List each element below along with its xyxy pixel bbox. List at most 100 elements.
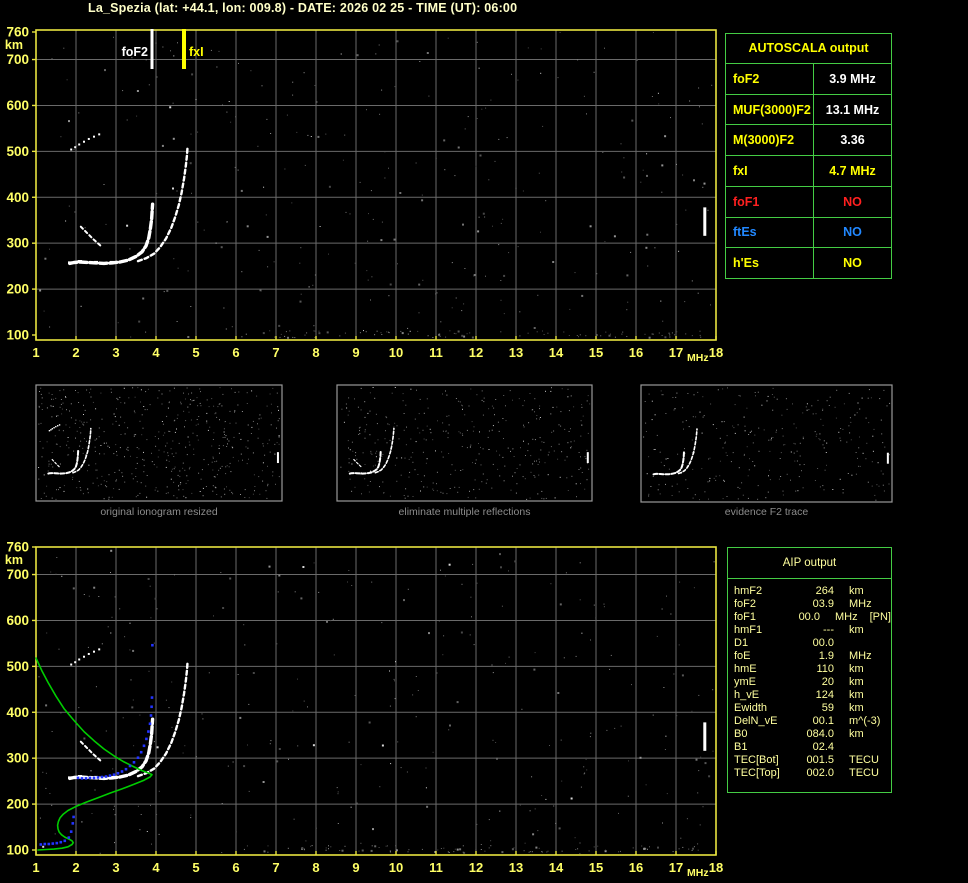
noise-dot	[360, 409, 362, 411]
noise-dot	[126, 119, 128, 121]
noise-dot	[118, 488, 120, 490]
thumbnail-ionogram-1	[35, 384, 283, 502]
noise-dot	[826, 464, 827, 466]
noise-dot	[256, 395, 258, 397]
noise-dot	[709, 480, 711, 482]
aip-row-foe: foE 1.9 MHz	[734, 650, 891, 663]
noise-dot	[183, 495, 185, 497]
noise-dot	[415, 441, 417, 443]
noise-dot	[229, 410, 231, 412]
aip-table-body: hmF2 264 km foF2 03.9 MHz foF1 00.0 MHz [PN] hmF1-…	[728, 579, 891, 780]
noise-dot	[743, 453, 745, 455]
noise-dot	[400, 330, 402, 332]
noise-dot	[695, 758, 698, 761]
noise-dot	[277, 406, 279, 408]
noise-dot	[252, 420, 254, 422]
noise-dot	[82, 493, 84, 495]
noise-dot	[645, 431, 647, 432]
noise-dot	[207, 464, 209, 466]
noise-dot	[157, 490, 159, 492]
noise-dot	[207, 429, 209, 431]
aip-table-title: AIP output	[728, 548, 891, 579]
noise-dot	[352, 450, 354, 452]
y-tick-label: 500	[6, 659, 29, 674]
noise-dot	[503, 274, 506, 277]
noise-dot	[318, 591, 320, 593]
noise-dot	[495, 742, 497, 743]
thumb-interference-dash	[586, 452, 589, 464]
noise-dot	[470, 388, 472, 390]
noise-dot	[421, 848, 423, 850]
trace-dot	[149, 714, 153, 717]
aip-row-tec-bot-: TEC[Bot] 001.5 TECU	[734, 754, 891, 767]
noise-dot	[794, 460, 796, 462]
noise-dot	[559, 32, 561, 33]
noise-dot	[697, 792, 699, 794]
noise-dot	[161, 421, 163, 422]
noise-dot	[652, 32, 654, 33]
noise-dot	[345, 403, 347, 405]
noise-dot	[86, 389, 88, 391]
noise-dot	[425, 767, 427, 769]
noise-dot	[190, 306, 192, 307]
noise-dot	[531, 409, 533, 411]
noise-dot	[610, 333, 611, 335]
noise-dot	[191, 73, 194, 76]
noise-dot	[404, 497, 406, 499]
trace-dot	[78, 658, 81, 661]
noise-dot	[799, 455, 801, 457]
noise-dot	[451, 464, 453, 466]
noise-dot	[580, 467, 582, 469]
aip-row-h-ve: h_vE 124 km	[734, 689, 891, 702]
noise-dot	[464, 268, 466, 269]
noise-dot	[472, 430, 474, 432]
trace-dot	[59, 840, 63, 844]
noise-dot	[51, 398, 53, 400]
noise-dot	[495, 399, 497, 400]
noise-dot	[444, 575, 446, 577]
trace-dot	[74, 146, 77, 149]
noise-dot	[438, 333, 441, 336]
trace-dot	[70, 148, 73, 151]
noise-dot	[722, 388, 724, 390]
noise-dot	[182, 752, 184, 754]
noise-dot	[651, 400, 653, 402]
noise-dot	[569, 308, 571, 310]
noise-dot	[793, 442, 795, 444]
noise-dot	[453, 332, 455, 334]
noise-dot	[691, 849, 693, 851]
noise-dot	[127, 449, 129, 451]
noise-dot	[263, 186, 265, 188]
noise-dot	[208, 672, 210, 674]
noise-dot	[266, 497, 268, 499]
noise-dot	[156, 608, 158, 610]
thumb-hop-dot	[53, 427, 55, 429]
noise-dot	[170, 50, 171, 52]
noise-dot	[311, 845, 313, 847]
noise-dot	[530, 455, 532, 457]
noise-dot	[232, 447, 234, 449]
noise-dot	[179, 484, 181, 486]
noise-dot	[344, 845, 346, 847]
noise-dot	[216, 66, 218, 68]
noise-dot	[702, 186, 704, 188]
noise-dot	[652, 475, 654, 477]
aip-value: 110	[816, 663, 834, 675]
noise-dot	[795, 490, 797, 492]
noise-dot	[769, 469, 770, 471]
noise-dot	[360, 387, 362, 389]
thumbnail-caption-3: evidence F2 trace	[724, 506, 809, 518]
noise-dot	[365, 331, 367, 333]
noise-dot	[234, 411, 235, 413]
ionogram-plot-bottom: 1 2 3 4 5 6 7 8 9 10 11 12 13 14 15 16 17 18MHz7607006005…	[5, 539, 723, 879]
noise-dot	[529, 497, 531, 499]
noise-dot	[516, 483, 518, 485]
noise-dot	[447, 437, 449, 439]
noise-dot	[385, 430, 386, 432]
aip-name: B1	[734, 741, 748, 753]
noise-dot	[478, 453, 480, 455]
noise-dot	[539, 418, 540, 420]
noise-dot	[46, 632, 48, 634]
noise-dot	[850, 421, 852, 423]
noise-dot	[386, 845, 388, 847]
